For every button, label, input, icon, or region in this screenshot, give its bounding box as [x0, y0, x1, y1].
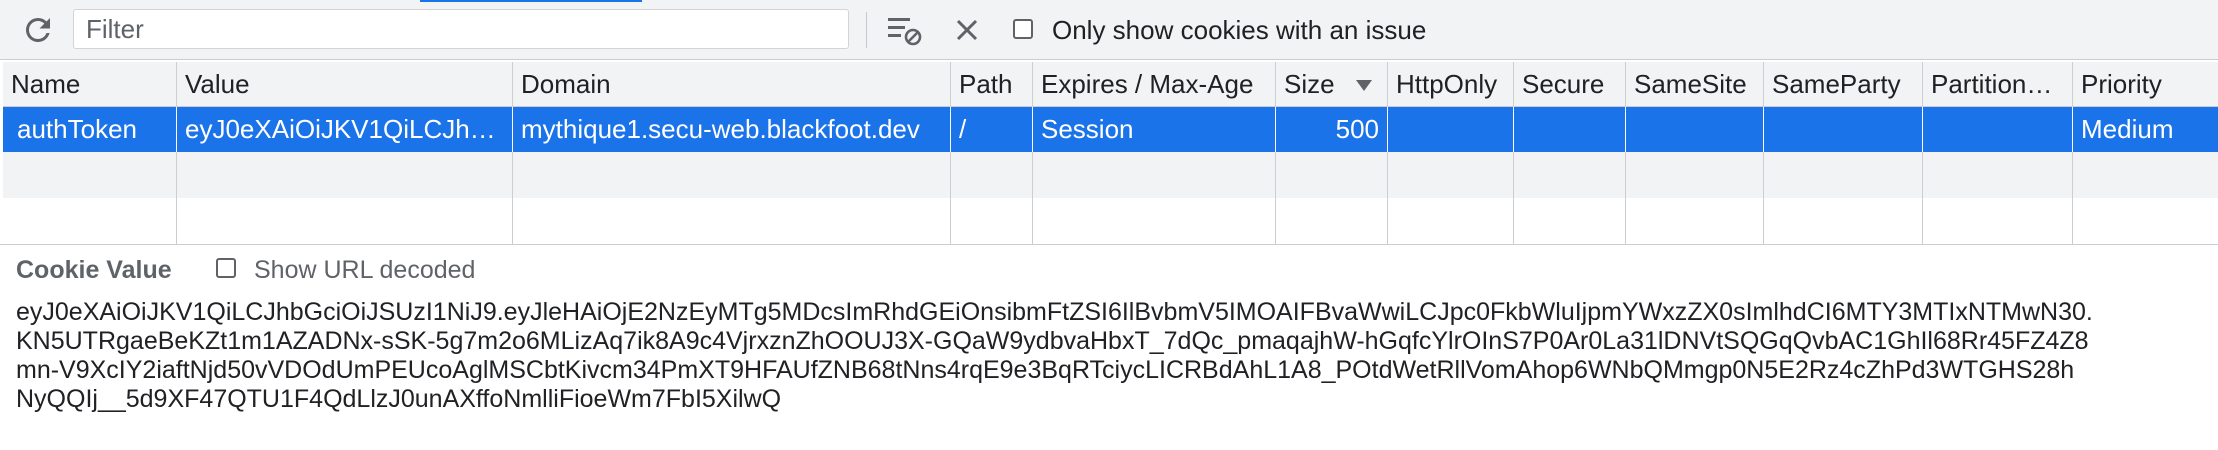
clear-filtered-cookies-icon[interactable]: [886, 13, 926, 47]
column-header-domain[interactable]: Domain: [513, 62, 951, 107]
sort-descending-icon: [1356, 80, 1372, 91]
empty-cell: [1514, 198, 1626, 244]
empty-cell: [2073, 198, 2218, 244]
column-header-priority[interactable]: Priority: [2073, 62, 2218, 107]
empty-cell: [1033, 198, 1276, 244]
cell-domain: mythique1.secu-web.blackfoot.dev: [513, 107, 951, 152]
cell-httponly: [1388, 107, 1514, 152]
column-header-path[interactable]: Path: [951, 62, 1033, 107]
empty-cell: [951, 198, 1033, 244]
cookie-value-line: NyQQIj__5d9XF47QTU1F4QdLlzJ0unAXffoNmlli…: [16, 385, 782, 413]
column-header-sameparty[interactable]: SameParty: [1764, 62, 1923, 107]
cell-partition: [1923, 107, 2073, 152]
cell-size: 500: [1276, 107, 1388, 152]
panel-divider[interactable]: [0, 244, 2218, 245]
column-header-secure[interactable]: Secure: [1514, 62, 1626, 107]
only-issue-checkbox[interactable]: [1013, 19, 1033, 39]
empty-cell: [1923, 198, 2073, 244]
cookie-value-text: eyJ0eXAiOiJKV1QiLCJhbGciOiJSUzI1NiJ9.eyJ…: [16, 298, 2211, 414]
cell-sameparty: [1764, 107, 1923, 152]
column-header-httponly[interactable]: HttpOnly: [1388, 62, 1514, 107]
empty-cell: [1388, 198, 1514, 244]
empty-cell: [3, 198, 177, 244]
empty-cell: [1276, 152, 1388, 198]
empty-cell: [951, 152, 1033, 198]
empty-cell: [1033, 152, 1276, 198]
column-header-samesite[interactable]: SameSite: [1626, 62, 1764, 107]
tab-accent-line: [420, 0, 642, 2]
empty-cell: [1514, 152, 1626, 198]
only-issue-label: Only show cookies with an issue: [1052, 15, 1427, 45]
column-header-value[interactable]: Value: [177, 62, 513, 107]
empty-cell: [177, 198, 513, 244]
empty-cell: [1764, 198, 1923, 244]
empty-cell: [3, 152, 177, 198]
empty-cell: [1923, 152, 2073, 198]
column-header-partition[interactable]: Partition…: [1923, 62, 2073, 107]
table-row[interactable]: authToken eyJ0eXAiOiJKV1QiLCJh… mythique…: [3, 107, 2218, 152]
empty-cell: [513, 152, 951, 198]
empty-row: [3, 152, 2218, 198]
empty-cell: [513, 198, 951, 244]
empty-cell: [1626, 198, 1764, 244]
cell-expires: Session: [1033, 107, 1276, 152]
empty-cell: [1276, 198, 1388, 244]
cookie-value-line: mn-V9XcIY2iaftNjd50vVDOdUmPEUcoAglMSCbtK…: [16, 356, 2075, 384]
cookies-table: Name Value Domain Path Expires / Max-Age…: [3, 62, 2218, 244]
empty-cell: [2073, 152, 2218, 198]
table-header: Name Value Domain Path Expires / Max-Age…: [3, 62, 2218, 107]
toolbar-separator: [866, 12, 867, 48]
refresh-icon[interactable]: [20, 12, 56, 48]
cell-priority: Medium: [2081, 114, 2174, 144]
cookie-value-title: Cookie Value: [16, 256, 172, 284]
empty-cell: [177, 152, 513, 198]
cookie-value-line: eyJ0eXAiOiJKV1QiLCJhbGciOiJSUzI1NiJ9.eyJ…: [16, 298, 2093, 326]
cookies-toolbar: Only show cookies with an issue: [0, 0, 2218, 60]
empty-row: [3, 198, 2218, 244]
empty-cell: [1388, 152, 1514, 198]
show-url-decoded-checkbox[interactable]: [216, 258, 236, 278]
cell-name: authToken: [3, 107, 177, 152]
filter-input[interactable]: [73, 9, 849, 49]
cell-samesite: [1626, 107, 1764, 152]
cell-value: eyJ0eXAiOiJKV1QiLCJh…: [177, 107, 513, 152]
empty-cell: [1764, 152, 1923, 198]
column-header-name[interactable]: Name: [3, 62, 177, 107]
empty-cell: [1626, 152, 1764, 198]
cell-path: /: [951, 107, 1033, 152]
show-url-decoded-label: Show URL decoded: [254, 256, 476, 284]
column-header-expires[interactable]: Expires / Max-Age: [1033, 62, 1276, 107]
cookie-value-line: KN5UTRgaeBeKZt1m1AZADNx-sSK-5g7m2o6MLizA…: [16, 327, 2089, 355]
clear-all-icon[interactable]: [955, 18, 979, 42]
cell-secure: [1514, 107, 1626, 152]
